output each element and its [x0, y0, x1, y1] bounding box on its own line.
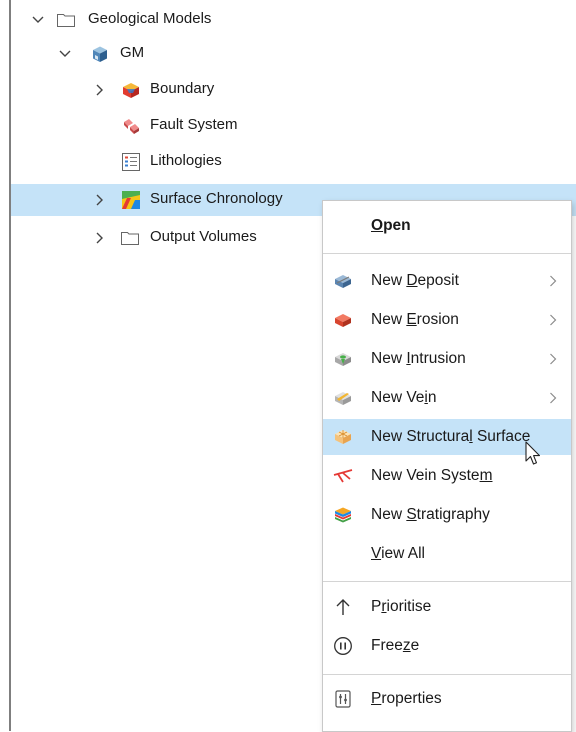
- menu-item-freeze[interactable]: Freeze: [323, 628, 571, 664]
- tree-item-label: Surface Chronology: [150, 190, 283, 207]
- fault-system-icon: [121, 116, 141, 136]
- boundary-icon: [121, 80, 141, 100]
- menu-separator: [323, 674, 571, 675]
- menu-item-label: New Stratigraphy: [371, 506, 490, 523]
- menu-item-label: View All: [371, 545, 425, 562]
- menu-item-label: New Structural Surface: [371, 428, 531, 445]
- chevron-right-icon: [549, 313, 557, 327]
- tree-item-label: GM: [120, 44, 145, 61]
- menu-item-label: Open: [371, 217, 411, 234]
- menu-item-label: Freeze: [371, 637, 420, 654]
- pause-icon: [333, 636, 353, 656]
- menu-item-new-stratigraphy[interactable]: New Stratigraphy: [323, 497, 571, 533]
- menu-separator: [323, 253, 571, 254]
- tree-item-label: Boundary: [150, 80, 215, 97]
- menu-item-properties[interactable]: Properties: [323, 681, 571, 717]
- menu-separator: [323, 581, 571, 582]
- erosion-icon: [333, 310, 353, 330]
- menu-item-new-vein[interactable]: New Vein: [323, 380, 571, 416]
- menu-item-new-erosion[interactable]: New Erosion: [323, 302, 571, 338]
- vein-icon: [333, 388, 353, 408]
- properties-icon: [333, 689, 353, 709]
- arrow-up-icon: [333, 597, 353, 617]
- menu-item-prioritise[interactable]: Prioritise: [323, 589, 571, 625]
- menu-item-label: Properties: [371, 690, 442, 707]
- folder-icon: [56, 10, 76, 30]
- intrusion-icon: [333, 349, 353, 369]
- stratigraphy-icon: [333, 505, 353, 525]
- menu-item-label: New Deposit: [371, 272, 459, 289]
- mouse-pointer-icon: [525, 441, 543, 467]
- tree-item-label: Lithologies: [150, 152, 222, 169]
- folder-icon: [120, 228, 140, 248]
- menu-item-label: New Vein System: [371, 467, 493, 484]
- tree-item-boundary[interactable]: Boundary: [11, 74, 576, 106]
- chevron-right-icon[interactable]: [93, 193, 107, 207]
- menu-item-new-deposit[interactable]: New Deposit: [323, 263, 571, 299]
- surface-chronology-icon: [121, 190, 141, 210]
- menu-item-label: New Intrusion: [371, 350, 466, 367]
- tree-item-label: Fault System: [150, 116, 238, 133]
- geological-model-icon: [90, 44, 110, 64]
- chevron-right-icon: [549, 391, 557, 405]
- tree-item-label: Geological Models: [88, 10, 212, 27]
- chevron-right-icon[interactable]: [93, 83, 107, 97]
- menu-item-label: New Erosion: [371, 311, 459, 328]
- chevron-down-icon[interactable]: [58, 47, 72, 61]
- chevron-down-icon[interactable]: [31, 13, 45, 27]
- tree-item-geological-models[interactable]: Geological Models: [11, 4, 576, 36]
- menu-item-label: New Vein: [371, 389, 437, 406]
- vein-system-icon: [333, 466, 353, 486]
- menu-item-view-all[interactable]: View All: [323, 536, 571, 572]
- chevron-right-icon: [549, 352, 557, 366]
- lithologies-list-icon: [121, 152, 141, 172]
- menu-item-new-intrusion[interactable]: New Intrusion: [323, 341, 571, 377]
- tree-item-lithologies[interactable]: Lithologies: [11, 146, 576, 178]
- deposit-icon: [333, 271, 353, 291]
- tree-item-gm[interactable]: GM: [11, 38, 576, 70]
- chevron-right-icon[interactable]: [93, 231, 107, 245]
- tree-item-label: Output Volumes: [150, 228, 257, 245]
- chevron-right-icon: [549, 274, 557, 288]
- tree-item-fault-system[interactable]: Fault System: [11, 110, 576, 142]
- structural-surface-icon: [333, 427, 353, 447]
- menu-item-label: Prioritise: [371, 598, 432, 615]
- menu-item-open[interactable]: Open: [323, 207, 571, 245]
